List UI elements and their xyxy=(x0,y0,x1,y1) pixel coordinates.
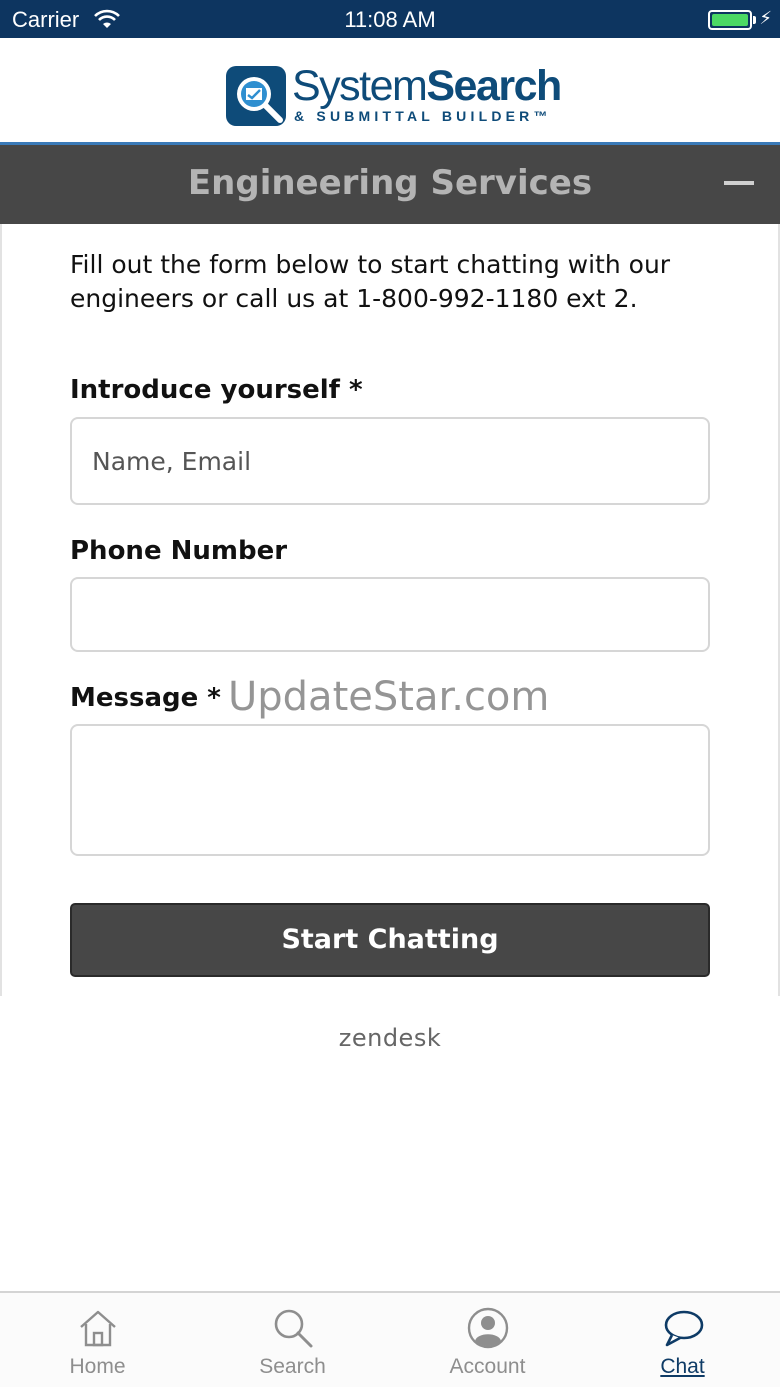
tab-chat[interactable]: Chat xyxy=(585,1293,780,1387)
tab-account[interactable]: Account xyxy=(390,1293,585,1387)
charging-icon: ⚡ xyxy=(759,8,772,29)
tab-account-label: Account xyxy=(449,1355,526,1378)
tab-chat-label: Chat xyxy=(660,1355,705,1378)
clock: 11:08 AM xyxy=(344,7,436,32)
logo-mark-icon xyxy=(226,66,286,126)
home-icon xyxy=(80,1310,116,1347)
chat-icon xyxy=(664,1310,704,1347)
search-icon xyxy=(274,1309,313,1348)
account-icon xyxy=(467,1307,509,1349)
minimize-icon[interactable] xyxy=(724,181,754,185)
phone-field[interactable] xyxy=(70,577,710,652)
name-email-field[interactable] xyxy=(70,417,710,505)
phone-label: Phone Number xyxy=(70,536,288,566)
message-label: Message * xyxy=(70,683,221,713)
status-bar: Carrier 11:08 AM ⚡ xyxy=(0,0,780,38)
logo-title: SystemSearch xyxy=(292,62,562,110)
zendesk-logo: zendesk xyxy=(338,1024,442,1052)
app-header: SystemSearch & SUBMITTAL BUILDER™ xyxy=(0,38,780,142)
tab-bar: Home Search Account Chat xyxy=(0,1291,780,1387)
tab-home-label: Home xyxy=(69,1355,126,1378)
logo-subtitle: & SUBMITTAL BUILDER™ xyxy=(294,108,552,124)
tab-home[interactable]: Home xyxy=(0,1293,195,1387)
phone-input[interactable] xyxy=(72,579,708,650)
battery-icon xyxy=(708,10,752,30)
tab-search-label: Search xyxy=(259,1355,326,1378)
tab-search[interactable]: Search xyxy=(195,1293,390,1387)
message-input[interactable] xyxy=(72,726,708,854)
name-email-input[interactable] xyxy=(72,419,708,503)
message-field[interactable] xyxy=(70,724,710,856)
name-label: Introduce yourself * xyxy=(70,375,363,405)
start-chatting-button[interactable]: Start Chatting xyxy=(70,903,710,977)
panel-title: Engineering Services xyxy=(187,163,593,203)
chat-panel-header[interactable]: Engineering Services xyxy=(0,145,780,224)
watermark: UpdateStar.com xyxy=(228,674,550,720)
form-intro-text: Fill out the form below to start chattin… xyxy=(70,250,671,313)
